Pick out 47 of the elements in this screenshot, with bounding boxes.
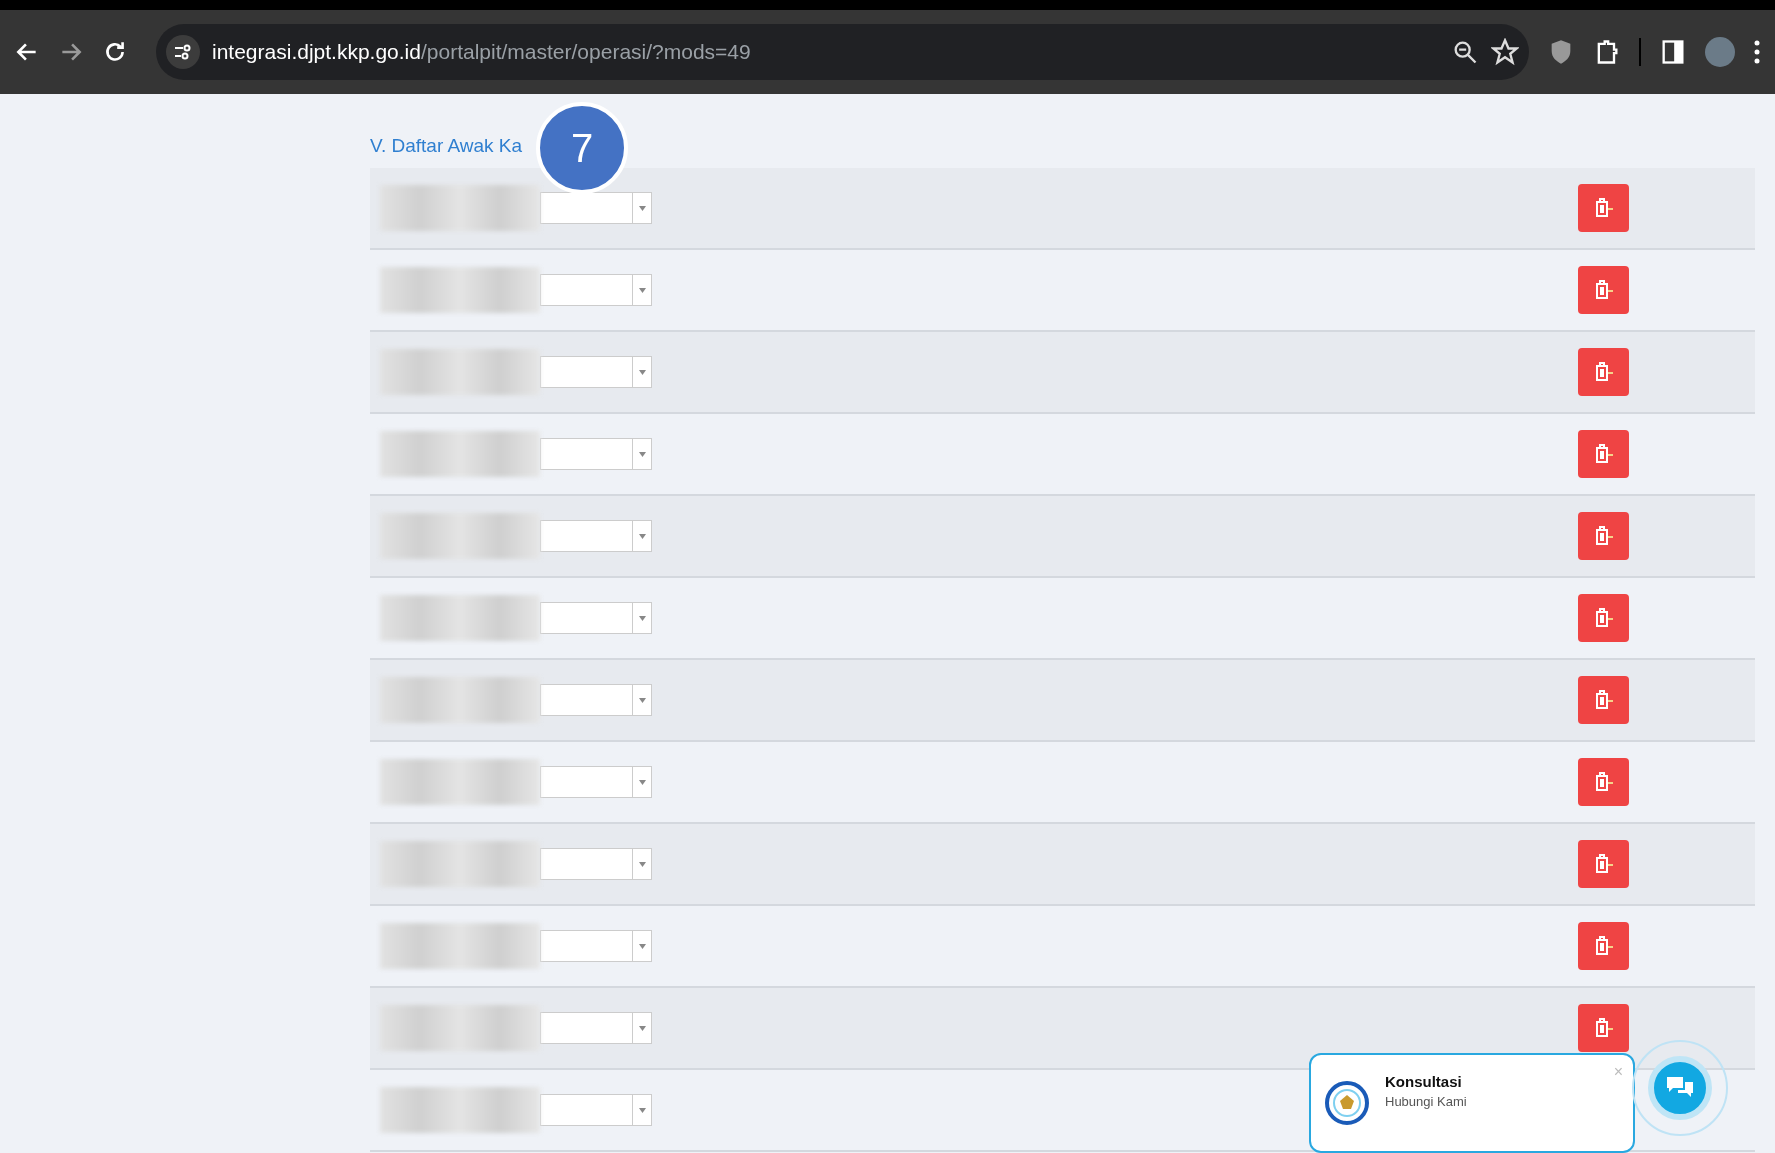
menu-icon[interactable] xyxy=(1753,38,1761,66)
caret-icon xyxy=(638,615,646,621)
caret-icon xyxy=(638,779,646,785)
dropdown-field[interactable] xyxy=(540,1094,652,1126)
profile-avatar[interactable] xyxy=(1705,37,1735,67)
caret-icon xyxy=(638,369,646,375)
delete-button[interactable] xyxy=(1578,594,1629,642)
chat-button[interactable] xyxy=(1648,1056,1712,1120)
chat-popup[interactable]: Konsultasi Hubungi Kami × xyxy=(1309,1053,1635,1153)
caret-icon xyxy=(638,861,646,867)
caret-icon xyxy=(638,451,646,457)
dropdown-field[interactable] xyxy=(540,930,652,962)
section-title: V. Daftar Awak Ka xyxy=(370,135,523,157)
site-settings-icon[interactable] xyxy=(173,42,193,62)
caret-icon xyxy=(638,697,646,703)
dropdown-field[interactable] xyxy=(540,684,652,716)
dropdown-field[interactable] xyxy=(540,520,652,552)
caret-icon xyxy=(638,943,646,949)
caret-icon xyxy=(638,1107,646,1113)
caret-icon xyxy=(638,287,646,293)
dropdown-field[interactable] xyxy=(540,766,652,798)
chat-title: Konsultasi xyxy=(1385,1073,1463,1090)
dropdown-field[interactable] xyxy=(540,356,652,388)
dropdown-field[interactable] xyxy=(540,192,652,224)
star-icon[interactable] xyxy=(1491,38,1519,66)
dropdown-field[interactable] xyxy=(540,848,652,880)
delete-button[interactable] xyxy=(1578,758,1629,806)
dropdown-field[interactable] xyxy=(540,438,652,470)
emblem-logo xyxy=(1325,1081,1369,1125)
delete-button[interactable] xyxy=(1578,430,1629,478)
delete-button[interactable] xyxy=(1578,676,1629,724)
dropdown-field[interactable] xyxy=(540,602,652,634)
delete-button[interactable] xyxy=(1578,184,1629,232)
delete-button[interactable] xyxy=(1578,922,1629,970)
url-field[interactable]: integrasi.djpt.kkp.go.id/portalpit/master/operasi/?mods=49 xyxy=(212,40,1439,64)
delete-button[interactable] xyxy=(1578,348,1629,396)
delete-button[interactable] xyxy=(1578,512,1629,560)
dropdown-field[interactable] xyxy=(540,274,652,306)
caret-icon xyxy=(638,533,646,539)
caret-icon xyxy=(638,1025,646,1031)
dropdown-field[interactable] xyxy=(540,1012,652,1044)
delete-button[interactable] xyxy=(1578,840,1629,888)
chat-subtitle: Hubungi Kami xyxy=(1385,1094,1467,1109)
delete-button[interactable] xyxy=(1578,1004,1629,1052)
caret-icon xyxy=(638,205,646,211)
step-badge: 7 xyxy=(536,102,628,194)
delete-button[interactable] xyxy=(1578,266,1629,314)
